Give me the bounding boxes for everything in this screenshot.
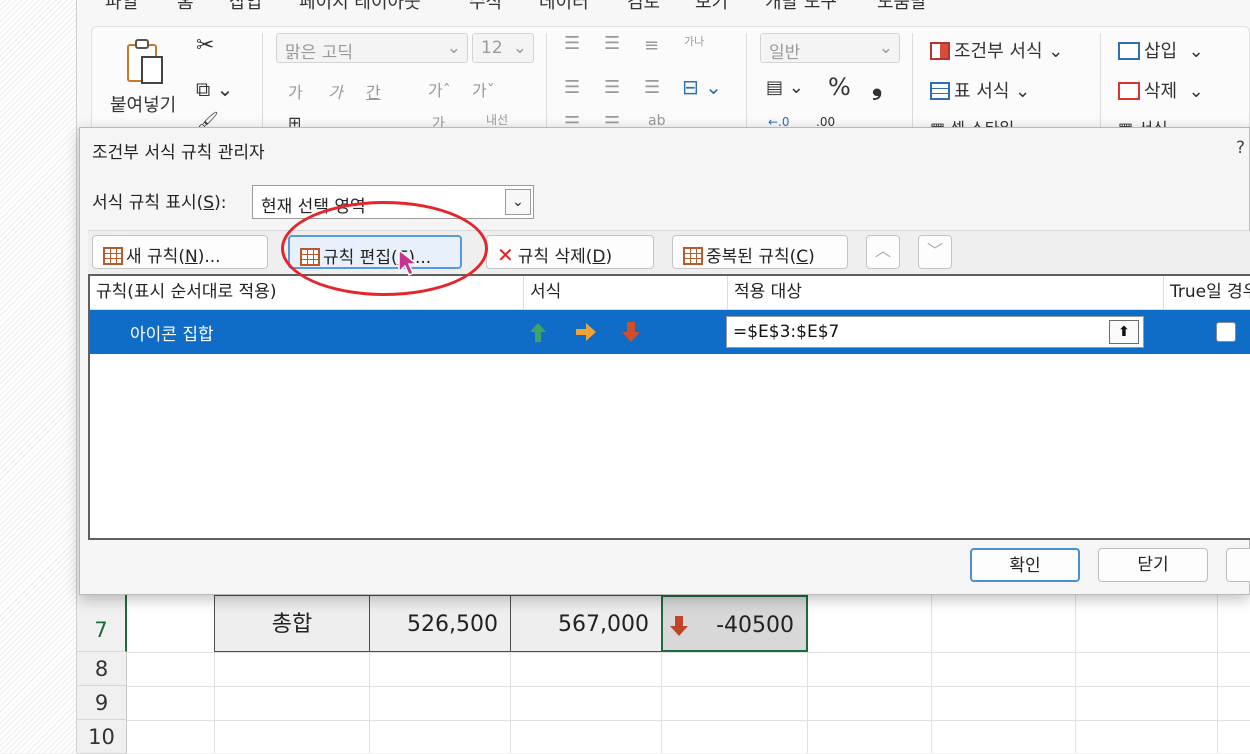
cut-icon[interactable]: ✂ <box>196 33 214 58</box>
tab-data[interactable]: 데이터 <box>539 0 589 14</box>
background-strip <box>0 0 77 753</box>
delete-rule-button[interactable]: ✕ 규칙 삭제(D) <box>486 235 654 269</box>
delete-button[interactable]: 삭제 ⌄ <box>1118 77 1204 103</box>
chevron-down-icon[interactable]: ⌄ <box>505 189 531 215</box>
move-up-button[interactable]: ︿ <box>866 235 900 269</box>
rules-toolbar: 새 규칙(N)... 규칙 편집(E)... ✕규칙 삭제(D) 중복된 규칙(… <box>88 230 1250 274</box>
tab-home[interactable]: 홈 <box>177 0 194 14</box>
tab-help[interactable]: 도움말 <box>877 0 927 14</box>
table-format-button[interactable]: 표 서식 ⌄ <box>930 77 1030 103</box>
text-direction-icon[interactable]: 가나 <box>684 33 704 49</box>
underline-icon[interactable]: 간 <box>366 79 381 103</box>
dialog-title: 조건부 서식 규칙 관리자 <box>92 143 265 163</box>
up-arrow-icon <box>530 323 546 342</box>
shrink-font-icon[interactable]: 가ˇ <box>472 77 495 101</box>
tab-formulas[interactable]: 수식 <box>469 0 502 14</box>
conditional-format-icon <box>930 42 950 60</box>
row-header-10[interactable]: 10 <box>77 720 127 754</box>
align-center-icon[interactable]: ☰ <box>604 77 620 98</box>
spreadsheet-grid: 7 8 9 10 총합 526,500 567,000 -40500 <box>77 595 1250 754</box>
wrap-text-label[interactable]: 내선 <box>486 111 508 128</box>
rule-name: 아이콘 집합 <box>130 325 214 345</box>
italic-icon[interactable]: 가 <box>328 79 343 103</box>
collapse-dialog-icon[interactable]: ⬆ <box>1109 320 1139 344</box>
accounting-format-icon[interactable]: ▤ ⌄ <box>766 77 804 98</box>
column-header-format: 서식 <box>524 276 728 310</box>
column-header-stop-if-true: True일 경우 <box>1164 276 1250 310</box>
row-header-7[interactable]: 7 <box>77 595 127 652</box>
ribbon-tabs: 파일 홈 삽입 페이지 레이아웃 수식 데이터 검토 보기 개발 도구 도움말 <box>77 0 1250 14</box>
delete-cells-icon <box>1118 82 1140 100</box>
comma-icon[interactable]: ❟ <box>872 71 882 102</box>
cell-total-label[interactable]: 총합 <box>214 595 370 652</box>
table-format-icon <box>930 82 950 100</box>
align-right-icon[interactable]: ☰ <box>644 77 660 98</box>
apply-button[interactable] <box>1226 548 1250 582</box>
icon-set-preview <box>530 322 640 342</box>
row-header-9[interactable]: 9 <box>77 686 127 720</box>
font-name-select[interactable]: 맑은 고딕 ⌄ <box>276 33 468 63</box>
row-header-8[interactable]: 8 <box>77 652 127 686</box>
insert-button[interactable]: 삽입 ⌄ <box>1118 37 1204 63</box>
column-header-applies-to: 적용 대상 <box>728 276 1164 310</box>
tab-view[interactable]: 보기 <box>695 0 728 14</box>
tab-review[interactable]: 검토 <box>627 0 660 14</box>
chevron-down-icon: ﹀ <box>926 241 943 260</box>
new-rule-icon <box>103 247 123 265</box>
tab-developer[interactable]: 개발 도구 <box>765 0 837 14</box>
font-size-select[interactable]: 12 ⌄ <box>472 33 534 63</box>
insert-cells-icon <box>1118 42 1140 60</box>
down-arrow-icon <box>670 616 688 636</box>
move-down-button[interactable]: ﹀ <box>918 235 952 269</box>
align-middle-icon[interactable]: ☰ <box>604 33 620 54</box>
paste-icon[interactable] <box>124 37 168 85</box>
rules-list: 규칙(표시 순서대로 적용) 서식 적용 대상 True일 경우 아이콘 집합 … <box>88 274 1250 540</box>
grow-font-icon[interactable]: 가ˆ <box>428 77 451 101</box>
conditional-format-rules-manager-dialog: 조건부 서식 규칙 관리자 ? 서식 규칙 표시(S): 현재 선택 영역 ⌄ … <box>79 127 1250 595</box>
mouse-cursor-icon <box>398 248 420 277</box>
align-left-icon[interactable]: ☰ <box>564 77 580 98</box>
number-format-select[interactable]: 일반 ⌄ <box>760 33 900 63</box>
duplicate-rule-button[interactable]: 중복된 규칙(C) <box>672 235 848 269</box>
down-arrow-icon <box>622 322 640 342</box>
paste-label[interactable]: 붙여넣기 <box>110 91 176 117</box>
close-button[interactable]: 닫기 <box>1098 548 1208 582</box>
tab-page-layout[interactable]: 페이지 레이아웃 <box>299 0 421 14</box>
merge-center-icon[interactable]: ⊟ ⌄ <box>682 75 722 99</box>
new-rule-button[interactable]: 새 규칙(N)... <box>92 235 268 269</box>
ok-button[interactable]: 확인 <box>970 548 1080 582</box>
duplicate-rule-icon <box>683 247 703 265</box>
cell-total-diff[interactable]: -40500 <box>661 595 808 652</box>
applies-to-input[interactable]: =$E$3:$E$7 ⬆ <box>726 316 1144 348</box>
right-arrow-icon <box>576 323 596 341</box>
percent-icon[interactable]: % <box>828 73 851 101</box>
ribbon: 파일 홈 삽입 페이지 레이아웃 수식 데이터 검토 보기 개발 도구 도움말 … <box>77 0 1250 138</box>
tab-file[interactable]: 파일 <box>105 0 138 14</box>
align-bottom-icon[interactable]: ≡ <box>644 35 659 56</box>
copy-icon[interactable]: ⧉ ⌄ <box>196 77 233 101</box>
help-icon[interactable]: ? <box>1236 138 1245 158</box>
chevron-up-icon: ︿ <box>874 241 891 260</box>
show-rules-label: 서식 규칙 표시(S): <box>92 193 227 213</box>
bold-icon[interactable]: 가 <box>288 79 303 103</box>
cell-total-value1[interactable]: 526,500 <box>369 595 511 652</box>
rule-row[interactable]: 아이콘 집합 =$E$3:$E$7 ⬆ <box>90 310 1250 354</box>
highlight-ellipse <box>281 201 488 296</box>
stop-if-true-checkbox[interactable] <box>1216 322 1236 342</box>
delete-x-icon: ✕ <box>497 243 514 267</box>
align-top-icon[interactable]: ☰ <box>564 33 580 54</box>
conditional-format-button[interactable]: 조건부 서식 ⌄ <box>930 37 1063 63</box>
tab-insert[interactable]: 삽입 <box>229 0 262 14</box>
ribbon-panel: 붙여넣기 ✂ ⧉ ⌄ 🖌 맑은 고딕 ⌄ 12 ⌄ 가 가 간 가ˆ 가ˇ ⊞ 가 … <box>91 26 1250 138</box>
cell-total-value2[interactable]: 567,000 <box>510 595 662 652</box>
